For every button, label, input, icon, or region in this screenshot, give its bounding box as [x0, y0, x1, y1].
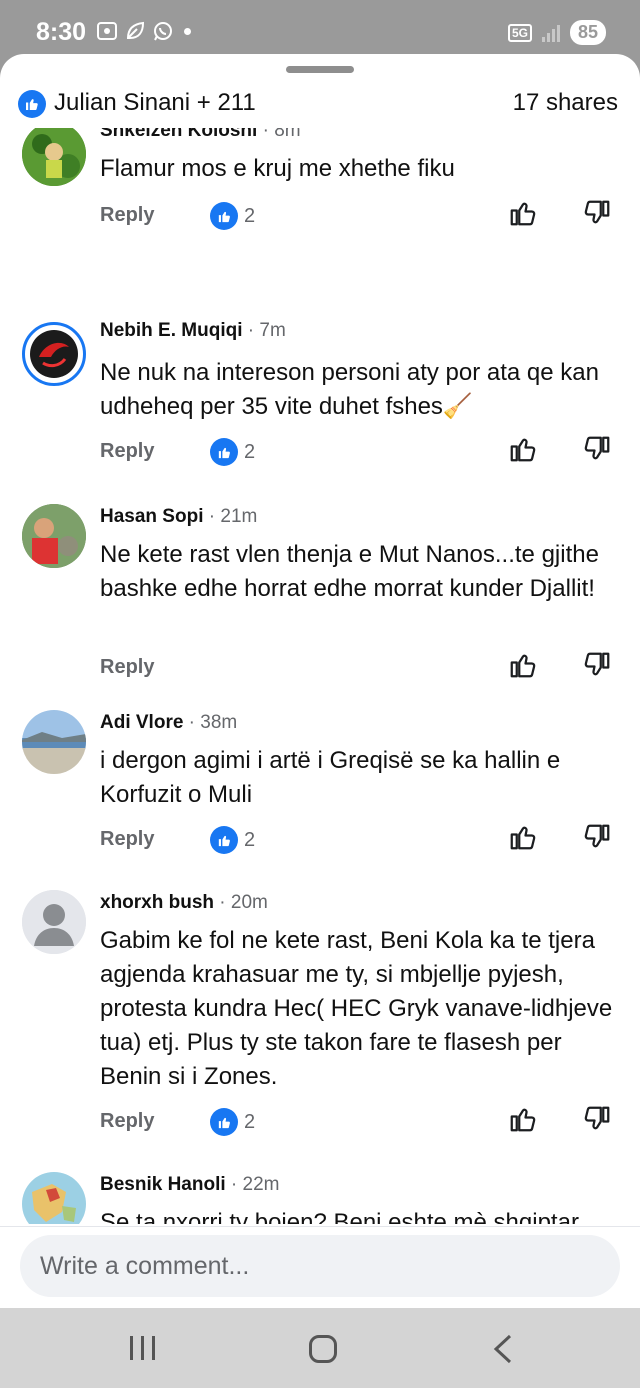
leaf-icon — [126, 21, 145, 39]
comment-text: Ne nuk na intereson personi aty por ata … — [100, 359, 599, 420]
thumb-up-icon[interactable] — [508, 1104, 538, 1134]
battery-indicator: 85 — [569, 20, 606, 45]
comment-actions: Reply — [0, 648, 640, 688]
thumb-up-icon[interactable] — [508, 650, 538, 680]
signal-icon — [541, 24, 560, 42]
comment-author-line: Besnik Hanoli · 22m — [100, 1174, 280, 1195]
comment-time: 8m — [274, 128, 301, 141]
like-badge-icon — [210, 438, 238, 466]
comment-text: Se ta nxorri ty bojen? Beni eshte mè shq… — [100, 1209, 579, 1224]
comment-item: Hasan Sopi · 21m Ne kete rast vlen thenj… — [0, 496, 640, 696]
notification-icons — [96, 20, 191, 42]
thumb-down-icon[interactable] — [582, 198, 612, 228]
comment-author[interactable]: Adi Vlore — [100, 712, 183, 733]
comment-input-placeholder: Write a comment... — [40, 1252, 250, 1280]
reactions-header: Julian Sinani + 211 17 shares — [0, 82, 640, 128]
comment-author-line: Shkelzen Kolosni · 8m — [100, 128, 301, 142]
back-icon[interactable] — [492, 1334, 514, 1364]
home-button[interactable] — [309, 1335, 337, 1363]
comment-item: Besnik Hanoli · 22m Se ta nxorri ty boje… — [0, 1166, 640, 1224]
reactors-summary[interactable]: Julian Sinani + 211 — [54, 89, 256, 117]
status-time: 8:30 — [36, 18, 87, 46]
avatar[interactable] — [22, 128, 86, 186]
thumb-up-icon[interactable] — [508, 434, 538, 464]
comments-sheet: Julian Sinani + 211 17 shares Shkelzen K… — [0, 54, 640, 1308]
reply-button[interactable]: Reply — [100, 828, 154, 851]
like-badge-icon — [210, 202, 238, 230]
like-count-value: 2 — [244, 204, 256, 227]
shares-count[interactable]: 17 shares — [513, 89, 618, 117]
comment-actions: Reply 2 — [0, 1102, 640, 1142]
like-reaction-icon[interactable] — [18, 90, 46, 118]
like-count[interactable]: 2 — [210, 826, 255, 854]
comment-text: Gabim ke fol ne kete rast, Beni Kola ka … — [100, 927, 613, 1090]
reply-button[interactable]: Reply — [100, 1110, 154, 1133]
like-count-value: 2 — [244, 828, 256, 851]
reply-button[interactable]: Reply — [100, 656, 154, 679]
reply-button[interactable]: Reply — [100, 440, 154, 463]
thumb-up-icon[interactable] — [508, 198, 538, 228]
comment-author[interactable]: Shkelzen Kolosni — [100, 128, 257, 141]
avatar[interactable] — [22, 890, 86, 954]
comment-author[interactable]: Besnik Hanoli — [100, 1174, 226, 1195]
like-count-value: 2 — [244, 440, 256, 463]
more-notifications-dot-icon — [184, 27, 191, 35]
comment-author-line: Hasan Sopi · 21m — [100, 506, 258, 527]
comment-item: Shkelzen Kolosni · 8m Flamur mos e kruj … — [0, 128, 640, 262]
thumb-down-icon[interactable] — [582, 1104, 612, 1134]
comment-composer-bar: Write a comment... — [0, 1226, 640, 1308]
comment-author-line: Nebih E. Muqiqi · 7m — [100, 320, 286, 341]
comment-author[interactable]: Nebih E. Muqiqi — [100, 320, 243, 341]
comment-text: Ne kete rast vlen thenja e Mut Nanos...t… — [100, 541, 599, 602]
comment-item: Adi Vlore · 38m i dergon agimi i artë i … — [0, 706, 640, 876]
like-count-value: 2 — [244, 1110, 256, 1133]
avatar[interactable] — [22, 710, 86, 774]
avatar[interactable] — [22, 1172, 86, 1224]
comment-author[interactable]: Hasan Sopi — [100, 506, 203, 527]
avatar[interactable] — [22, 504, 86, 568]
comment-item: Nebih E. Muqiqi · 7m Ne nuk na intereson… — [0, 306, 640, 476]
like-badge-icon — [210, 1108, 238, 1136]
comment-text: Flamur mos e kruj me xhethe fiku — [100, 155, 455, 182]
network-type-icon: 5G — [507, 23, 532, 42]
comment-author[interactable]: xhorxh bush — [100, 892, 214, 913]
system-navigation-bar — [0, 1308, 640, 1388]
comment-actions: Reply 2 — [0, 432, 640, 472]
thumb-down-icon[interactable] — [582, 650, 612, 680]
comment-author-line: Adi Vlore · 38m — [100, 712, 238, 733]
comment-time: 38m — [200, 712, 238, 733]
whatsapp-icon — [154, 22, 172, 41]
like-count[interactable]: 2 — [210, 1108, 255, 1136]
reply-button[interactable]: Reply — [100, 204, 154, 227]
sheet-drag-handle[interactable] — [286, 66, 354, 73]
screenshot-icon — [97, 22, 117, 40]
comment-input[interactable]: Write a comment... — [20, 1235, 620, 1297]
thumb-down-icon[interactable] — [582, 822, 612, 852]
comment-author-line: xhorxh bush · 20m — [100, 892, 268, 913]
comment-time: 7m — [259, 320, 286, 341]
comment-item: xhorxh bush · 20m Gabim ke fol ne kete r… — [0, 886, 640, 1166]
like-badge-icon — [210, 826, 238, 854]
comment-time: 22m — [242, 1174, 280, 1195]
thumb-down-icon[interactable] — [582, 434, 612, 464]
comment-time: 21m — [220, 506, 258, 527]
comment-text: i dergon agimi i artë i Greqisë se ka ha… — [100, 747, 561, 808]
thumb-up-icon[interactable] — [508, 822, 538, 852]
comments-list[interactable]: Shkelzen Kolosni · 8m Flamur mos e kruj … — [0, 128, 640, 1224]
like-count[interactable]: 2 — [210, 202, 255, 230]
comment-actions: Reply 2 — [0, 820, 640, 860]
system-status: 5G 85 — [507, 20, 606, 45]
avatar[interactable] — [22, 322, 86, 386]
comment-actions: Reply 2 — [0, 196, 640, 236]
recents-button[interactable] — [130, 1336, 155, 1360]
comment-time: 20m — [230, 892, 268, 913]
like-count[interactable]: 2 — [210, 438, 255, 466]
